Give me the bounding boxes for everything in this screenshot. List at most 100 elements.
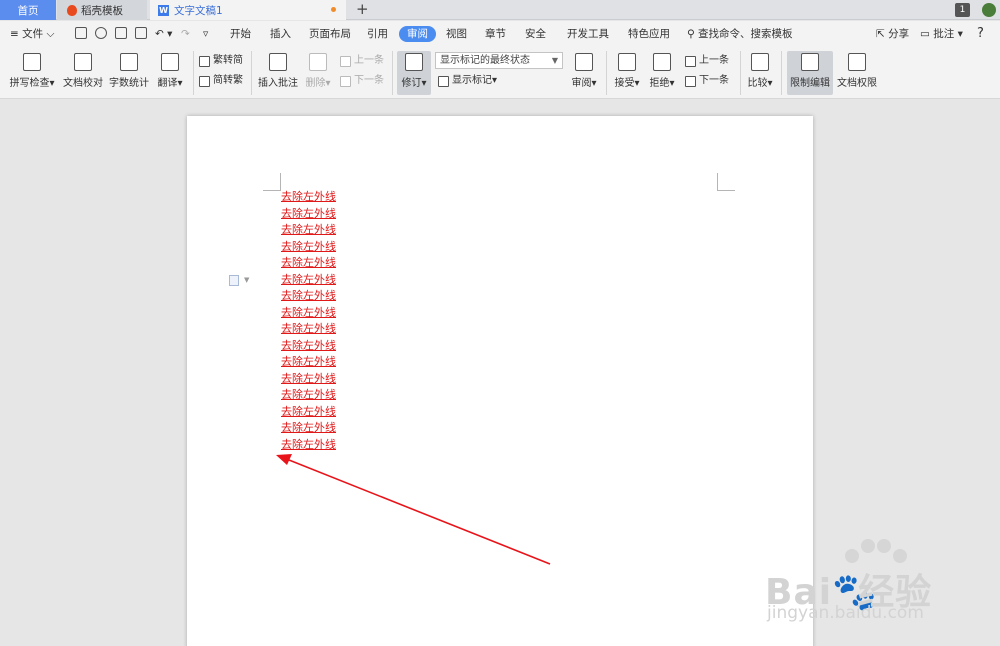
revised-text-line[interactable]: 去除左外线	[281, 354, 336, 371]
revised-text-line[interactable]: 去除左外线	[281, 206, 336, 223]
trad-to-simp-label: 繁转简	[213, 55, 243, 66]
tab-daoke-label: 稻壳模板	[81, 4, 123, 17]
insert-comment-button[interactable]: 插入批注	[257, 53, 299, 89]
prev-change-label: 上一条	[699, 55, 729, 66]
revised-text-line[interactable]: 去除左外线	[281, 321, 336, 338]
revised-text-line[interactable]: 去除左外线	[281, 387, 336, 404]
doc-proof-label: 文档校对	[63, 78, 103, 89]
reject-icon	[653, 53, 671, 71]
simp-to-trad-icon	[199, 75, 210, 87]
flame-icon	[67, 4, 77, 16]
menu-item-security[interactable]: 安全	[525, 26, 546, 42]
avatar[interactable]	[982, 3, 996, 17]
prev-change-button[interactable]: 上一条	[685, 53, 729, 69]
track-changes-button[interactable]: 修订▾	[397, 51, 431, 95]
show-markup-button[interactable]: 显示标记 ▾	[438, 73, 497, 89]
accept-button[interactable]: 接受▾	[612, 53, 642, 89]
delete-comment-icon	[309, 53, 327, 71]
doc-permission-button[interactable]: 文档权限	[836, 53, 878, 89]
menu-item-special[interactable]: 特色应用	[628, 26, 670, 42]
save-icon[interactable]	[75, 27, 87, 39]
menu-item-insert[interactable]: 插入	[270, 26, 291, 42]
prev-comment-button[interactable]: 上一条	[340, 53, 384, 69]
tab-daoke-templates[interactable]: 稻壳模板	[57, 0, 147, 20]
simp-to-trad-label: 简转繁	[213, 75, 243, 86]
revised-text-line[interactable]: 去除左外线	[281, 404, 336, 421]
trad-to-simp-button[interactable]: 繁转简	[199, 53, 243, 69]
paragraph-layout-icon[interactable]	[229, 275, 239, 286]
restrict-edit-label: 限制编辑	[790, 78, 830, 89]
review-pane-icon	[575, 53, 593, 71]
delete-comment-button[interactable]: 删除▾	[303, 53, 333, 89]
customize-icon[interactable]: ▿	[203, 26, 208, 42]
review-pane-button[interactable]: 审阅▾	[568, 53, 600, 89]
revised-text-line[interactable]: 去除左外线	[281, 338, 336, 355]
next-change-button[interactable]: 下一条	[685, 73, 729, 89]
menu-item-start[interactable]: 开始	[230, 26, 251, 42]
help-button[interactable]: ?	[977, 26, 984, 42]
baidu-jingyan-watermark: Bai🐾经验 jingyan.baidu.com	[765, 537, 985, 627]
undo-icon[interactable]: ↶ ▾	[155, 26, 172, 42]
doc-proof-icon	[74, 53, 92, 71]
menu-item-references[interactable]: 引用	[367, 26, 388, 42]
revised-text-line[interactable]: 去除左外线	[281, 305, 336, 322]
format-painter-icon[interactable]	[95, 27, 107, 39]
review-ribbon: 拼写检查▾ 文档校对 字数统计 翻译▾ 繁转简 简转繁 插入批注 删除▾ 上一条…	[0, 47, 1000, 99]
page-count-badge[interactable]: 1	[955, 3, 970, 17]
tab-home[interactable]: 首页	[0, 0, 56, 20]
chevron-down-icon[interactable]: ▼	[244, 276, 249, 284]
compare-label: 比较	[747, 78, 768, 89]
document-body[interactable]: 去除左外线 去除左外线 去除左外线 去除左外线 去除左外线 去除左外线 去除左外线 去除左外线…	[281, 189, 336, 453]
share-label: 分享	[888, 28, 910, 40]
restrict-edit-button[interactable]: 限制编辑	[787, 51, 833, 95]
reject-button[interactable]: 拒绝▾	[647, 53, 677, 89]
revised-text-line[interactable]: 去除左外线	[281, 189, 336, 206]
print-icon[interactable]	[115, 27, 127, 39]
revised-text-line[interactable]: 去除左外线	[281, 255, 336, 272]
command-search-label: 查找命令、搜索模板	[698, 28, 793, 40]
prev-change-icon	[685, 55, 696, 67]
file-menu-label: 文件	[22, 28, 44, 40]
revised-text-line[interactable]: 去除左外线	[281, 288, 336, 305]
revised-text-line[interactable]: 去除左外线	[281, 239, 336, 256]
prev-comment-icon	[340, 55, 351, 67]
word-count-icon	[120, 53, 138, 71]
menu-item-developer[interactable]: 开发工具	[567, 26, 609, 42]
trad-to-simp-icon	[199, 55, 210, 67]
document-page[interactable]: ▼ 去除左外线 去除左外线 去除左外线 去除左外线 去除左外线 去除左外线 去除左外线 去除左…	[187, 116, 813, 646]
command-search[interactable]: ⚲ 查找命令、搜索模板	[687, 26, 793, 42]
simp-to-trad-button[interactable]: 简转繁	[199, 73, 243, 89]
track-changes-label: 修订	[401, 78, 422, 89]
display-state-select[interactable]: 显示标记的最终状态 ▼	[435, 52, 563, 69]
next-comment-button[interactable]: 下一条	[340, 73, 384, 89]
tab-document[interactable]: W 文字文稿1	[150, 0, 346, 20]
ribbon-separator	[251, 51, 252, 95]
new-tab-button[interactable]: +	[356, 0, 369, 20]
redo-icon[interactable]: ↷	[181, 26, 190, 42]
next-comment-label: 下一条	[354, 75, 384, 86]
comment-button[interactable]: ▭ 批注 ▾	[920, 26, 963, 42]
revised-text-line[interactable]: 去除左外线	[281, 371, 336, 388]
ribbon-separator	[781, 51, 782, 95]
search-icon: ⚲	[687, 28, 695, 40]
doc-proof-button[interactable]: 文档校对	[62, 53, 104, 89]
revised-text-line[interactable]: 去除左外线	[281, 420, 336, 437]
translate-button[interactable]: 翻译▾	[154, 53, 186, 89]
compare-button[interactable]: 比较▾	[745, 53, 775, 89]
revised-text-line[interactable]: 去除左外线	[281, 437, 336, 454]
print-preview-icon[interactable]	[135, 27, 147, 39]
share-button[interactable]: ⇱ 分享	[876, 26, 909, 42]
spell-check-button[interactable]: 拼写检查▾	[8, 53, 56, 89]
revised-text-line[interactable]: 去除左外线	[281, 272, 336, 289]
share-icon: ⇱	[876, 28, 885, 40]
menu-item-page-layout[interactable]: 页面布局	[309, 26, 351, 42]
menu-bar: ≡ 文件 ⌵ ↶ ▾ ↷ ▿ 开始 插入 页面布局 引用 审阅 视图 章节 安全…	[0, 21, 1000, 47]
menu-item-chapter[interactable]: 章节	[485, 26, 506, 42]
file-menu[interactable]: ≡ 文件 ⌵	[10, 26, 54, 42]
word-count-button[interactable]: 字数统计	[108, 53, 150, 89]
menu-item-review[interactable]: 审阅	[399, 26, 436, 42]
revised-text-line[interactable]: 去除左外线	[281, 222, 336, 239]
chevron-down-icon: ▼	[551, 56, 558, 65]
menu-item-view[interactable]: 视图	[446, 26, 467, 42]
track-changes-icon	[405, 53, 423, 71]
